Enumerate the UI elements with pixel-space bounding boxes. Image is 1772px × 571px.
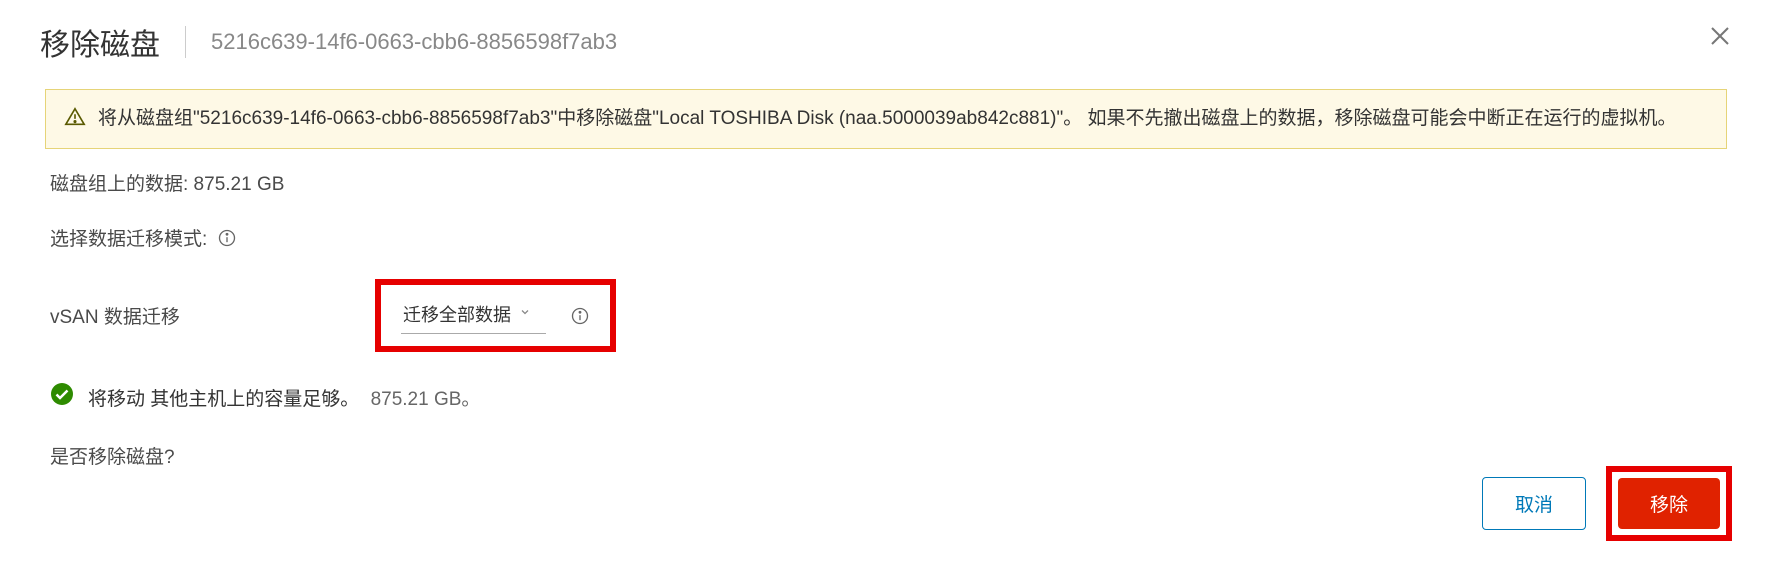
warning-icon xyxy=(64,106,86,133)
vsan-migration-row: vSAN 数据迁移 迁移全部数据 xyxy=(50,279,1722,352)
remove-button[interactable]: 移除 xyxy=(1618,478,1720,529)
cancel-button[interactable]: 取消 xyxy=(1482,477,1586,530)
info-icon xyxy=(217,228,237,248)
capacity-status-row: 将移动 其他主机上的容量足够。 875.21 GB。 xyxy=(50,382,1722,412)
vsan-migration-dropdown[interactable]: 迁移全部数据 xyxy=(401,297,546,334)
disk-group-data-label: 磁盘组上的数据: 875.21 GB xyxy=(50,169,284,196)
vsan-migration-selected: 迁移全部数据 xyxy=(403,301,511,327)
close-button[interactable] xyxy=(1708,24,1732,53)
title-divider xyxy=(185,26,186,58)
dialog-content: 磁盘组上的数据: 875.21 GB 选择数据迁移模式: vSAN 数据迁移 迁… xyxy=(0,169,1772,469)
success-check-icon xyxy=(50,382,74,412)
dialog-subtitle: 5216c639-14f6-0663-cbb6-8856598f7ab3 xyxy=(211,29,617,55)
remove-button-highlight: 移除 xyxy=(1606,466,1732,541)
status-text: 将移动 其他主机上的容量足够。 xyxy=(88,389,359,410)
confirm-question: 是否移除磁盘? xyxy=(50,442,1722,469)
vsan-dropdown-highlight: 迁移全部数据 xyxy=(375,279,616,352)
chevron-down-icon xyxy=(519,305,531,323)
warning-banner: 将从磁盘组"5216c639-14f6-0663-cbb6-8856598f7a… xyxy=(45,89,1727,149)
status-value: 875.21 GB。 xyxy=(371,389,481,410)
dialog-header: 移除磁盘 5216c639-14f6-0663-cbb6-8856598f7ab… xyxy=(0,0,1772,74)
warning-text: 将从磁盘组"5216c639-14f6-0663-cbb6-8856598f7a… xyxy=(98,104,1677,134)
dialog-title: 移除磁盘 xyxy=(40,20,185,64)
close-icon xyxy=(1708,24,1732,48)
capacity-status-text: 将移动 其他主机上的容量足够。 875.21 GB。 xyxy=(88,384,480,411)
disk-group-data-row: 磁盘组上的数据: 875.21 GB xyxy=(50,169,1722,196)
migration-mode-label: 选择数据迁移模式: xyxy=(50,224,207,251)
dialog-footer: 取消 移除 xyxy=(1482,466,1732,541)
migration-mode-row: 选择数据迁移模式: xyxy=(50,224,1722,251)
migration-mode-info-icon[interactable] xyxy=(217,228,237,248)
vsan-migration-label: vSAN 数据迁移 xyxy=(50,302,375,329)
vsan-dropdown-info-icon[interactable] xyxy=(570,306,590,326)
info-icon xyxy=(570,306,590,326)
